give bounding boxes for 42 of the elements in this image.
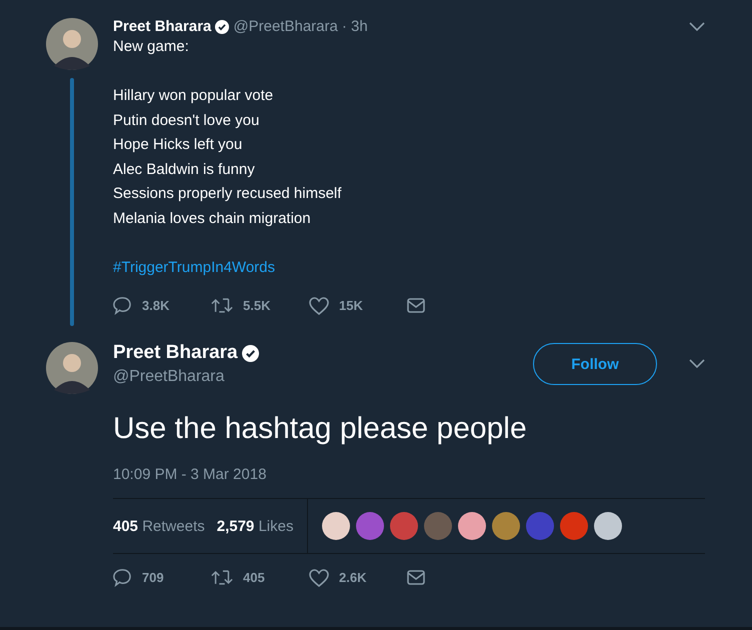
retweet-button[interactable]: 5.5K bbox=[211, 297, 309, 314]
tweet-text-line: Sessions properly recused himself bbox=[113, 184, 342, 204]
verified-icon bbox=[215, 20, 230, 34]
envelope-icon bbox=[407, 570, 425, 585]
tweet-text-line: Alec Baldwin is funny bbox=[113, 160, 256, 180]
like-button[interactable]: 15K bbox=[309, 296, 407, 314]
liker-avatar-icon[interactable] bbox=[594, 512, 622, 540]
liker-avatar-icon[interactable] bbox=[458, 512, 486, 540]
hashtag-link[interactable]: #TriggerTrumpIn4Words bbox=[113, 256, 705, 280]
tweet-text-line: Hillary won popular vote bbox=[113, 86, 274, 106]
reply-icon bbox=[113, 296, 132, 315]
liker-avatar-icon[interactable] bbox=[322, 512, 350, 540]
author-handle[interactable]: @PreetBharara bbox=[233, 18, 338, 35]
avatar-icon[interactable] bbox=[46, 342, 98, 394]
tweet-text-line: Putin doesn't love you bbox=[113, 110, 260, 130]
follow-button[interactable]: Follow bbox=[533, 343, 657, 385]
tweet-time: · 3h bbox=[342, 18, 368, 35]
stat-link[interactable]: 2,579 Likes bbox=[216, 518, 294, 534]
liker-avatar-icon[interactable] bbox=[492, 512, 520, 540]
reply-button[interactable]: 3.8K bbox=[113, 296, 211, 315]
avatar-icon[interactable] bbox=[46, 18, 98, 70]
like-button[interactable]: 2.6K bbox=[309, 568, 407, 586]
tweet-text-line: Hope Hicks left you bbox=[113, 135, 244, 155]
envelope-icon bbox=[407, 298, 425, 313]
retweet-icon bbox=[211, 569, 233, 586]
reply-icon bbox=[113, 568, 132, 587]
heart-icon bbox=[309, 568, 329, 586]
reply-button[interactable]: 709 bbox=[113, 568, 211, 587]
author-handle[interactable]: @PreetBharara bbox=[113, 368, 259, 386]
author-name[interactable]: Preet Bharara bbox=[113, 18, 212, 35]
heart-icon bbox=[309, 296, 329, 314]
tweet-timestamp[interactable]: 10:09 PM - 3 Mar 2018 bbox=[113, 466, 705, 483]
chevron-down-icon[interactable] bbox=[689, 22, 705, 32]
retweet-button[interactable]: 405 bbox=[211, 569, 309, 586]
tweet-text-line: New game: bbox=[113, 37, 190, 57]
verified-icon bbox=[242, 344, 259, 362]
stat-link[interactable]: 405 Retweets bbox=[113, 518, 205, 534]
author-name[interactable]: Preet Bharara bbox=[113, 342, 238, 364]
tweet-text: Use the hashtag please people bbox=[113, 412, 528, 446]
tweet-text-line: Melania loves chain migration bbox=[113, 208, 312, 228]
retweet-icon bbox=[211, 297, 233, 314]
chevron-down-icon[interactable] bbox=[689, 359, 705, 369]
